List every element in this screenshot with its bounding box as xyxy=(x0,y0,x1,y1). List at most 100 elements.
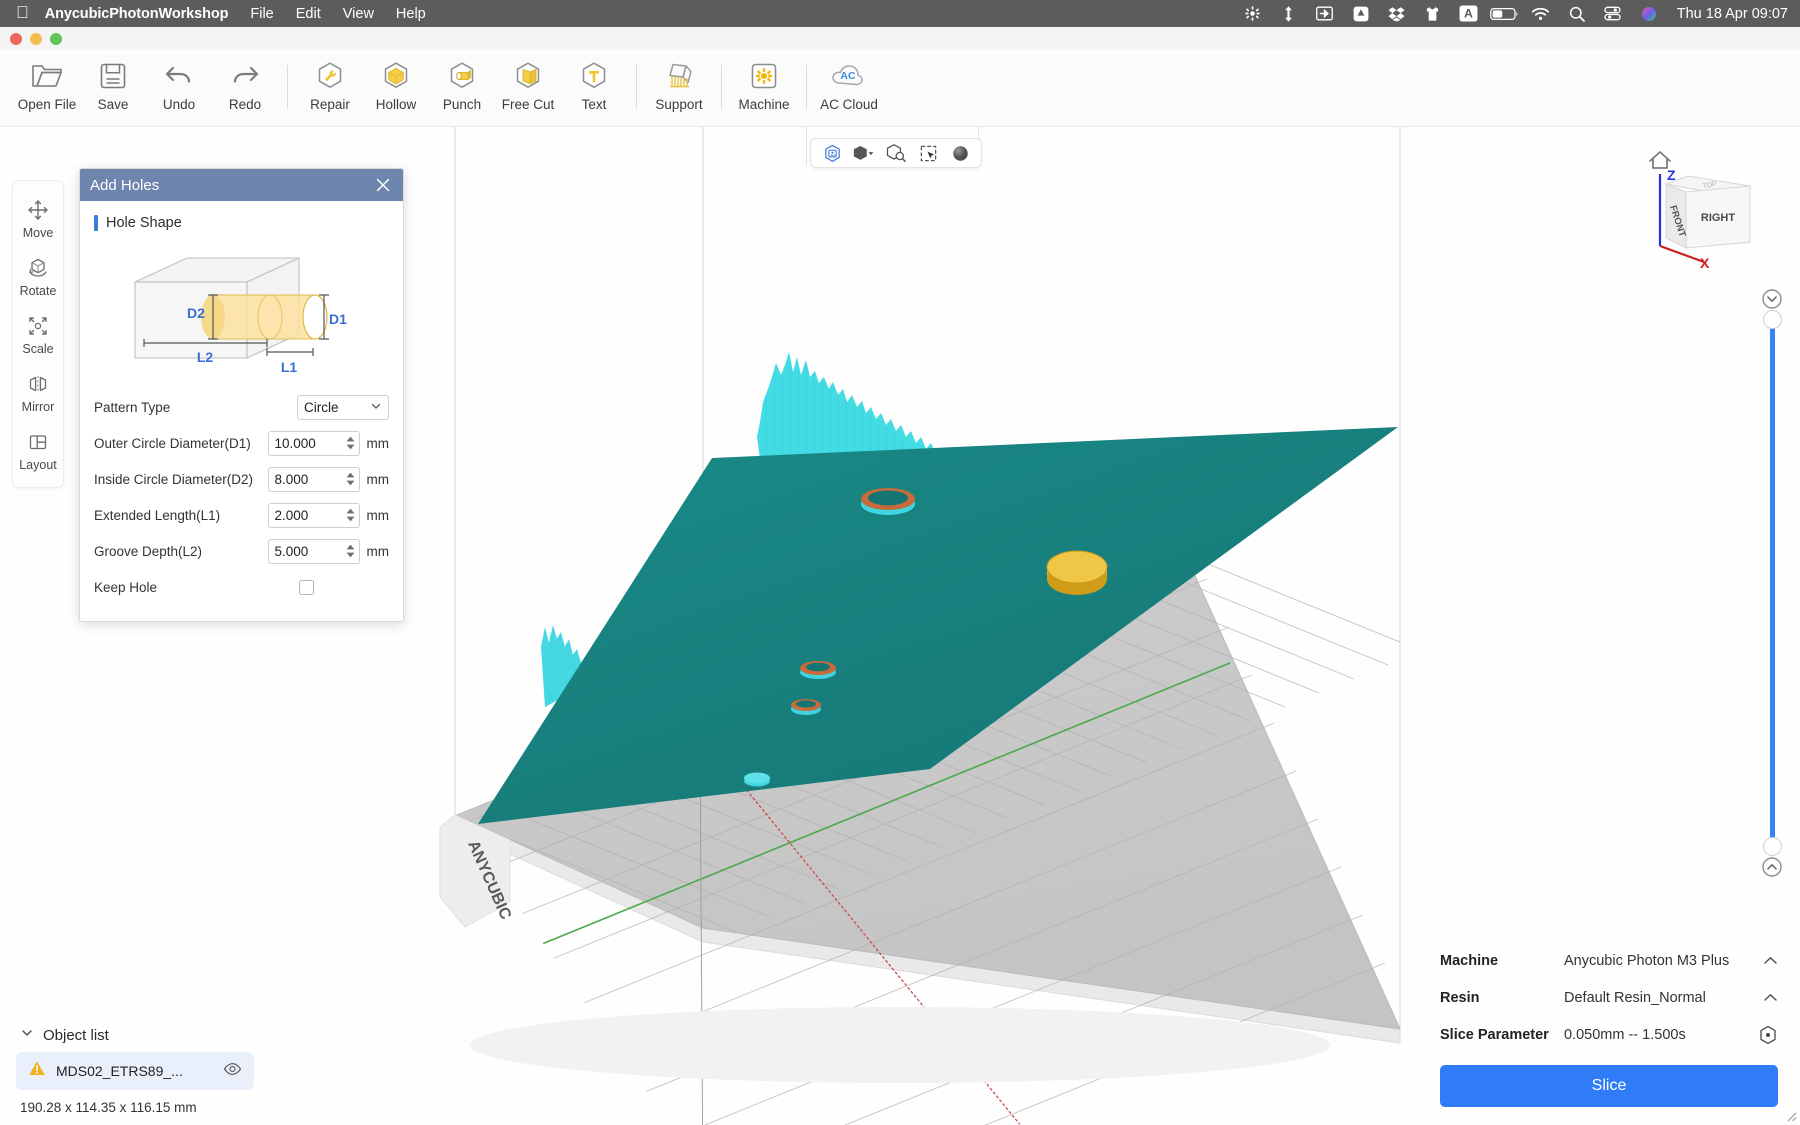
slice-button[interactable]: Slice xyxy=(1440,1065,1778,1107)
chevron-up-icon[interactable] xyxy=(1756,992,1778,1003)
view-cube[interactable]: Z X FRONT RIGHT TOP xyxy=(1638,142,1778,272)
hole-shape-section: Hole Shape xyxy=(94,215,389,231)
menu-view[interactable]: View xyxy=(343,6,374,22)
support-button[interactable]: Support xyxy=(646,49,712,121)
menubar-clock[interactable]: Thu 18 Apr 09:07 xyxy=(1677,6,1788,22)
stepper-up-icon xyxy=(346,508,354,514)
display-arrow-icon[interactable] xyxy=(1307,0,1343,27)
undo-label: Undo xyxy=(162,97,196,112)
redo-button[interactable]: Redo xyxy=(212,49,278,121)
resin-row[interactable]: Resin Default Resin_Normal xyxy=(1440,979,1778,1016)
outer-diameter-stepper[interactable] xyxy=(346,436,355,450)
svg-text:A: A xyxy=(1464,7,1473,21)
inside-diameter-input[interactable]: 8.000 xyxy=(267,466,360,492)
eye-icon[interactable] xyxy=(223,1062,242,1081)
zoom-slider-track[interactable] xyxy=(1761,310,1783,856)
inside-diameter-stepper[interactable] xyxy=(346,472,355,486)
zoom-slider-fill xyxy=(1769,314,1775,852)
rotate-cube-icon xyxy=(26,255,50,281)
menu-file[interactable]: File xyxy=(250,6,273,22)
home-icon[interactable] xyxy=(1649,151,1671,169)
object-list-header[interactable]: Object list xyxy=(16,1026,254,1044)
groove-depth-value: 5.000 xyxy=(274,543,309,559)
hollow-button[interactable]: Hollow xyxy=(363,49,429,121)
list-item[interactable]: MDS02_ETRS89_... xyxy=(16,1052,254,1090)
inspect-model-icon[interactable] xyxy=(881,140,911,166)
dialog-titlebar[interactable]: Add Holes xyxy=(80,169,403,201)
hole-4 xyxy=(744,772,770,787)
zoom-slider-handle-top[interactable] xyxy=(1762,310,1782,329)
bounding-box-icon[interactable] xyxy=(817,140,847,166)
search-icon[interactable] xyxy=(1559,0,1595,27)
extended-length-stepper[interactable] xyxy=(346,508,355,522)
chevron-down-icon xyxy=(370,400,382,415)
battery-icon[interactable] xyxy=(1487,0,1523,27)
siri-icon[interactable] xyxy=(1631,0,1667,27)
apple-logo-icon[interactable]:  xyxy=(16,4,29,21)
window-resize-grip[interactable] xyxy=(1783,1108,1797,1122)
wifi-icon[interactable] xyxy=(1523,0,1559,27)
machine-button[interactable]: Machine xyxy=(731,49,797,121)
chevron-up-icon[interactable] xyxy=(1756,955,1778,966)
viewport-toolbar-rule-left xyxy=(806,127,807,165)
inside-diameter-label: Inside Circle Diameter(D2) xyxy=(94,471,254,487)
settings-hex-icon[interactable] xyxy=(1756,1025,1778,1045)
shirt-icon[interactable] xyxy=(1415,0,1451,27)
zoom-slider-handle-bottom[interactable] xyxy=(1762,837,1782,856)
control-center-icon[interactable] xyxy=(1595,0,1631,27)
zoom-slider[interactable] xyxy=(1758,288,1786,878)
gear-icon[interactable] xyxy=(1235,0,1271,27)
undo-button[interactable]: Undo xyxy=(146,49,212,121)
groove-depth-input[interactable]: 5.000 xyxy=(267,538,360,564)
chevron-down-icon[interactable] xyxy=(20,1026,34,1044)
slice-parameter-row[interactable]: Slice Parameter 0.050mm -- 1.500s xyxy=(1440,1016,1778,1053)
tool-layout[interactable]: Layout xyxy=(13,421,63,479)
svg-text:AC: AC xyxy=(840,70,856,82)
tool-rotate[interactable]: Rotate xyxy=(13,247,63,305)
hole-preview-plug[interactable] xyxy=(1046,550,1108,595)
pattern-type-value: Circle xyxy=(304,399,339,415)
support-label: Support xyxy=(655,97,703,112)
input-source-A-icon[interactable]: A xyxy=(1451,0,1487,27)
hollow-cube-icon xyxy=(381,58,411,94)
repair-wrench-cube-icon xyxy=(315,58,345,94)
axis-x-label: X xyxy=(1700,255,1710,271)
object-name: MDS02_ETRS89_... xyxy=(56,1063,183,1079)
dropbox-icon[interactable] xyxy=(1379,0,1415,27)
menu-edit[interactable]: Edit xyxy=(296,6,321,22)
chevron-up-circle-icon[interactable] xyxy=(1761,856,1783,878)
arrows-vertical-icon[interactable] xyxy=(1271,0,1307,27)
tool-scale[interactable]: Scale xyxy=(13,305,63,363)
shading-mode-icon[interactable] xyxy=(849,140,879,166)
minimize-button[interactable] xyxy=(30,33,42,45)
dialog-title: Add Holes xyxy=(90,176,160,194)
outer-diameter-value: 10.000 xyxy=(274,435,316,451)
menu-help[interactable]: Help xyxy=(396,6,426,22)
keep-hole-checkbox[interactable] xyxy=(299,579,314,595)
sphere-material-icon[interactable] xyxy=(945,140,975,166)
free-cut-button[interactable]: Free Cut xyxy=(495,49,561,121)
select-region-icon[interactable] xyxy=(913,140,943,166)
close-button[interactable] xyxy=(10,33,22,45)
machine-row[interactable]: Machine Anycubic Photon M3 Plus xyxy=(1440,942,1778,979)
extended-length-input[interactable]: 2.000 xyxy=(267,502,360,528)
open-file-button[interactable]: Open File xyxy=(14,49,80,121)
text-button[interactable]: Text xyxy=(561,49,627,121)
menubar-app-name[interactable]: AnycubicPhotonWorkshop xyxy=(45,6,229,22)
main-toolbar: Open File Save Undo Redo Repair Hollow P… xyxy=(0,49,1800,127)
repair-button[interactable]: Repair xyxy=(297,49,363,121)
field-keep-hole: Keep Hole xyxy=(94,569,389,605)
tool-move[interactable]: Move xyxy=(13,189,63,247)
drop-icon[interactable] xyxy=(1343,0,1379,27)
chevron-down-circle-icon[interactable] xyxy=(1761,288,1783,310)
pattern-type-select[interactable]: Circle xyxy=(297,394,389,420)
save-button[interactable]: Save xyxy=(80,49,146,121)
maximize-button[interactable] xyxy=(50,33,62,45)
ac-cloud-button[interactable]: AC AC Cloud xyxy=(816,49,882,121)
close-icon[interactable] xyxy=(373,175,393,195)
groove-depth-stepper[interactable] xyxy=(346,544,355,558)
outer-diameter-input[interactable]: 10.000 xyxy=(267,430,360,456)
tool-mirror[interactable]: Mirror xyxy=(13,363,63,421)
punch-button[interactable]: Punch xyxy=(429,49,495,121)
layout-grid-icon xyxy=(26,429,50,455)
